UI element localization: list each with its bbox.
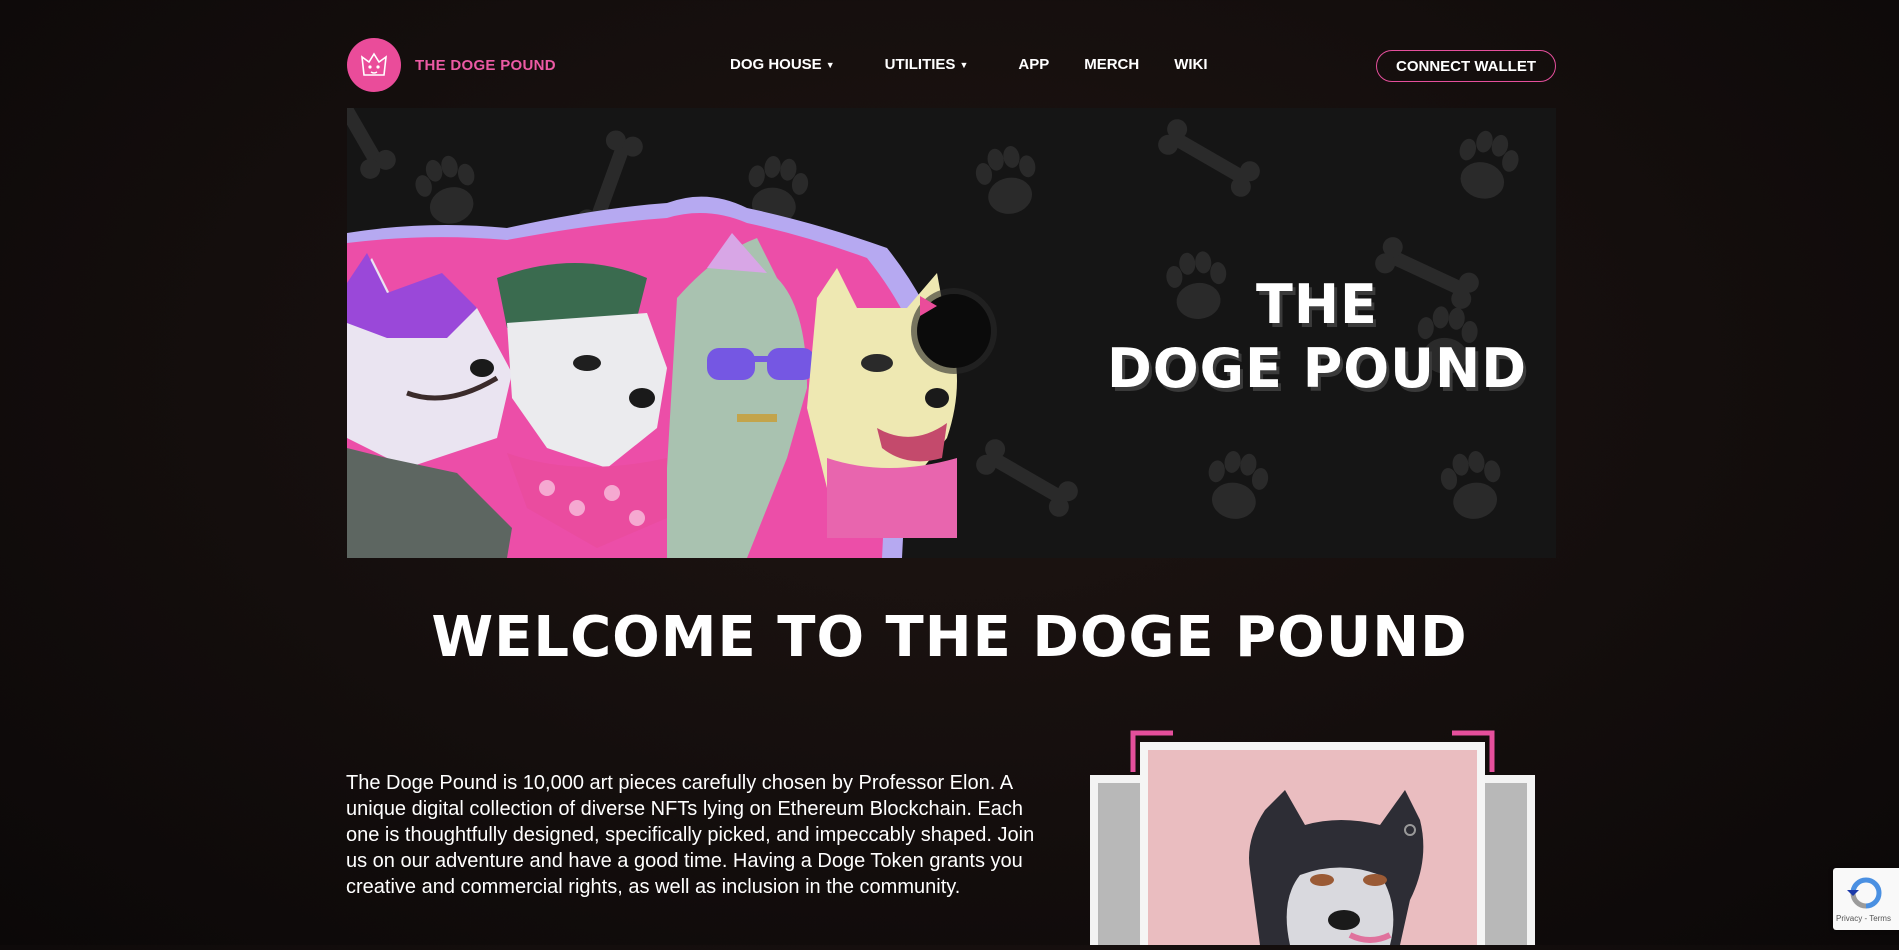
- nav-merch[interactable]: MERCH: [1084, 56, 1139, 73]
- logo-text: THE DOGE POUND: [415, 56, 556, 74]
- main-nav: DOG HOUSE ▼ UTILITIES ▼ APP MERCH WIKI: [730, 56, 1258, 73]
- nav-dog-house[interactable]: DOG HOUSE ▼: [730, 56, 835, 73]
- caret-down-icon: ▼: [959, 59, 969, 70]
- recaptcha-terms[interactable]: Privacy - Terms: [1836, 914, 1891, 923]
- site-logo[interactable]: THE DOGE POUND: [347, 38, 556, 92]
- hero-banner: THE DOGE POUND: [347, 108, 1556, 558]
- doge-logo-icon: [347, 38, 401, 92]
- recaptcha-icon: [1847, 877, 1882, 909]
- play-video-button[interactable]: [917, 294, 991, 368]
- caret-down-icon: ▼: [825, 59, 835, 70]
- welcome-description: The Doge Pound is 10,000 art pieces care…: [346, 772, 1035, 898]
- featured-dog-artwork: [1090, 730, 1535, 950]
- nav-utilities[interactable]: UTILITIES ▼: [885, 56, 969, 73]
- featured-dog-card: [1090, 730, 1540, 950]
- nav-wiki[interactable]: WIKI: [1174, 56, 1207, 73]
- nav-app[interactable]: APP: [1018, 56, 1049, 73]
- welcome-heading: WELCOME TO THE DOGE POUND: [431, 605, 1468, 670]
- hero-title: THE DOGE POUND: [1106, 273, 1528, 400]
- connect-wallet-button[interactable]: CONNECT WALLET: [1376, 50, 1556, 82]
- play-icon: [920, 296, 937, 316]
